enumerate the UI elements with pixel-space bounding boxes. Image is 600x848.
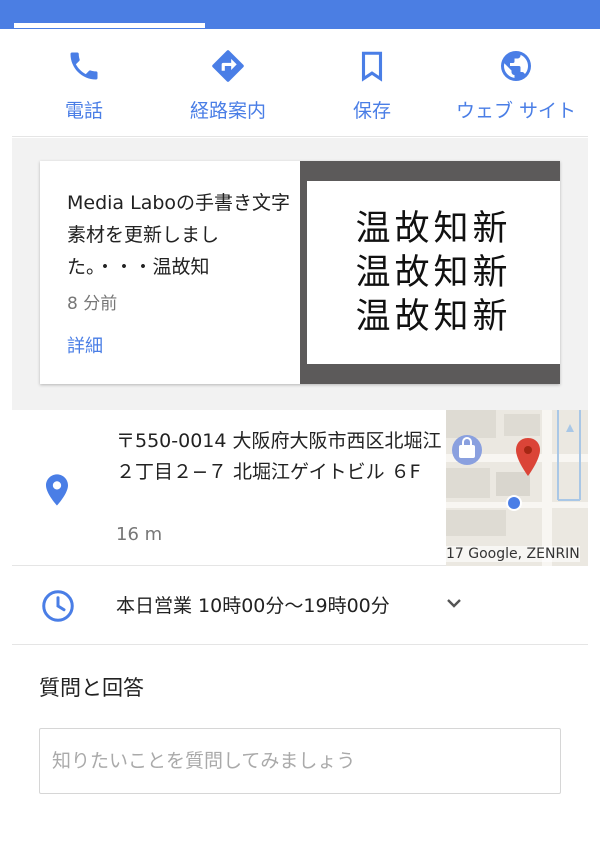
save-button[interactable]: 保存 (300, 29, 444, 136)
post-details-link[interactable]: 詳細 (67, 332, 300, 358)
website-label: ウェブ サイト (455, 100, 577, 122)
action-bar: 電話 経路案内 保存 ウェブ サイト (12, 29, 588, 137)
hours-row[interactable]: 本日営業 10時00分～19時00分 (12, 567, 588, 645)
post-card[interactable]: Media Laboの手書き文字素材を更新しました。・・・温故知 8 分前 詳細… (40, 161, 560, 384)
handwriting-line: 温故知新 (355, 252, 512, 293)
qa-section: 質問と回答 (12, 646, 588, 848)
qa-title: 質問と回答 (39, 676, 144, 700)
globe-icon (501, 51, 531, 81)
post-body: Media Laboの手書き文字素材を更新しました。・・・温故知 (67, 192, 291, 278)
directions-icon (212, 50, 244, 82)
top-app-bar (0, 0, 600, 29)
directions-label: 経路案内 (189, 100, 266, 122)
hours-text: 本日営業 10時00分～19時00分 (116, 595, 390, 617)
post-image[interactable]: 温故知新 温故知新 温故知新 (300, 161, 560, 384)
question-input[interactable] (39, 728, 561, 794)
save-label: 保存 (352, 100, 391, 122)
website-button[interactable]: ウェブ サイト (444, 29, 588, 136)
post-time: 8 分前 (67, 294, 118, 314)
distance-text: 16 m (116, 524, 163, 545)
location-pin-icon (46, 474, 68, 506)
chevron-down-icon[interactable] (442, 591, 466, 615)
phone-icon (70, 52, 98, 80)
handwriting-line: 温故知新 (355, 208, 512, 249)
handwriting-paper: 温故知新 温故知新 温故知新 (307, 181, 560, 364)
map-credit: 17 Google, ZENRIN (446, 546, 580, 562)
progress-indicator (14, 23, 205, 28)
directions-button[interactable]: 経路案内 (156, 29, 300, 136)
address-text: 〒550-0014 大阪府大阪市西区北堀江２丁目２−７ 北堀江ゲイトビル ６F (116, 430, 442, 483)
map-graphic (446, 410, 588, 566)
bookmark-icon (361, 51, 383, 82)
map-thumbnail[interactable]: 17 Google, ZENRIN (446, 410, 588, 566)
clock-icon (42, 590, 74, 622)
handwriting-line: 温故知新 (355, 296, 512, 337)
address-row[interactable]: 〒550-0014 大阪府大阪市西区北堀江２丁目２−７ 北堀江ゲイトビル ６F … (12, 410, 588, 566)
call-button[interactable]: 電話 (12, 29, 156, 136)
call-label: 電話 (64, 100, 103, 122)
